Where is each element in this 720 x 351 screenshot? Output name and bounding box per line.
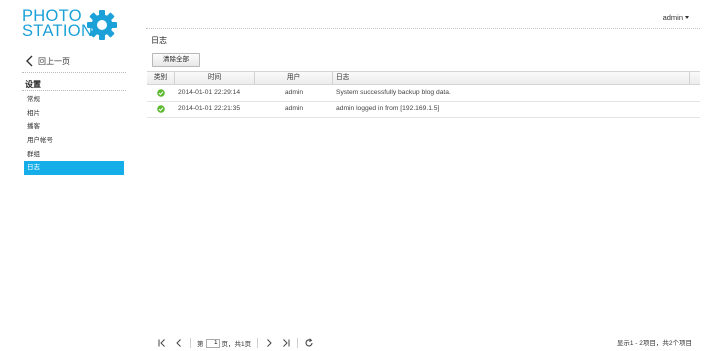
pager-separator — [190, 338, 191, 348]
header-divider — [146, 28, 700, 29]
last-page-icon[interactable] — [281, 338, 291, 348]
sidebar-item-groups[interactable]: 群组 — [24, 148, 124, 162]
table-row[interactable]: 2014-01-01 22:29:14 admin System success… — [147, 85, 700, 102]
page-prefix: 第 — [197, 341, 204, 348]
logo-text: PHOTO STATION — [22, 8, 94, 40]
sidebar-divider — [22, 72, 126, 73]
page-suffix: 页，共1页 — [221, 341, 252, 348]
sidebar-item-user-accounts[interactable]: 用户帐号 — [24, 134, 124, 148]
column-header-type[interactable]: 类别 — [147, 72, 175, 84]
refresh-icon[interactable] — [304, 338, 314, 348]
success-check-icon — [157, 105, 165, 114]
header-scroll-cell — [690, 72, 700, 84]
back-link[interactable]: 回上一页 — [25, 54, 70, 68]
chevron-left-icon — [26, 55, 33, 67]
log-table: 类别 时间 用户 日志 2014-01-01 22:29:14 admin Sy… — [147, 71, 700, 118]
user-menu[interactable]: admin — [663, 13, 689, 22]
column-header-log[interactable]: 日志 — [333, 72, 690, 84]
time-cell: 2014-01-01 22:21:35 — [178, 105, 241, 113]
pagination-bar: 第 页，共1页 — [157, 336, 314, 350]
sidebar-divider — [22, 90, 126, 91]
user-name: admin — [662, 13, 683, 22]
gear-logo-icon — [87, 10, 117, 40]
sidebar: PHOTO STATION 回上一页 设置 常规 相片 播客 用户帐号 群组 日… — [0, 0, 130, 351]
log-cell: admin logged in from [192.169.1.5] — [336, 105, 440, 113]
next-page-icon[interactable] — [264, 338, 274, 348]
back-link-label: 回上一页 — [38, 56, 70, 66]
column-header-user[interactable]: 用户 — [255, 72, 333, 84]
user-cell: admin — [284, 105, 304, 113]
table-row[interactable]: 2014-01-01 22:21:35 admin admin logged i… — [147, 102, 700, 118]
photo-station-logo[interactable]: PHOTO STATION — [22, 8, 122, 45]
pager-separator — [257, 338, 259, 348]
pager-separator — [297, 338, 299, 348]
sidebar-item-podcast[interactable]: 播客 — [24, 120, 124, 134]
success-check-icon — [157, 88, 165, 97]
settings-menu: 常规 相片 播客 用户帐号 群组 日志 — [24, 93, 124, 176]
settings-heading: 设置 — [25, 80, 41, 89]
type-cell — [147, 105, 175, 114]
sidebar-item-general[interactable]: 常规 — [24, 93, 124, 107]
previous-page-icon[interactable] — [174, 338, 184, 348]
logo-line2: STATION — [22, 22, 94, 40]
log-cell: System successfully backup blog data. — [336, 88, 451, 96]
sidebar-item-log[interactable]: 日志 — [24, 161, 124, 176]
page-number-input[interactable] — [205, 338, 220, 348]
sidebar-item-photos[interactable]: 相片 — [24, 107, 124, 121]
page-title: 日志 — [151, 36, 167, 45]
time-cell: 2014-01-01 22:29:14 — [178, 88, 241, 96]
table-header: 类别 时间 用户 日志 — [147, 71, 700, 85]
type-cell — [147, 88, 175, 97]
column-header-time[interactable]: 时间 — [175, 72, 255, 84]
clear-all-button[interactable]: 清除全部 — [152, 53, 200, 67]
pagination-info: 显示1 - 2项目，共2个项目 — [616, 340, 692, 347]
first-page-icon[interactable] — [157, 338, 167, 348]
caret-down-icon — [685, 16, 689, 19]
user-cell: admin — [284, 88, 304, 96]
